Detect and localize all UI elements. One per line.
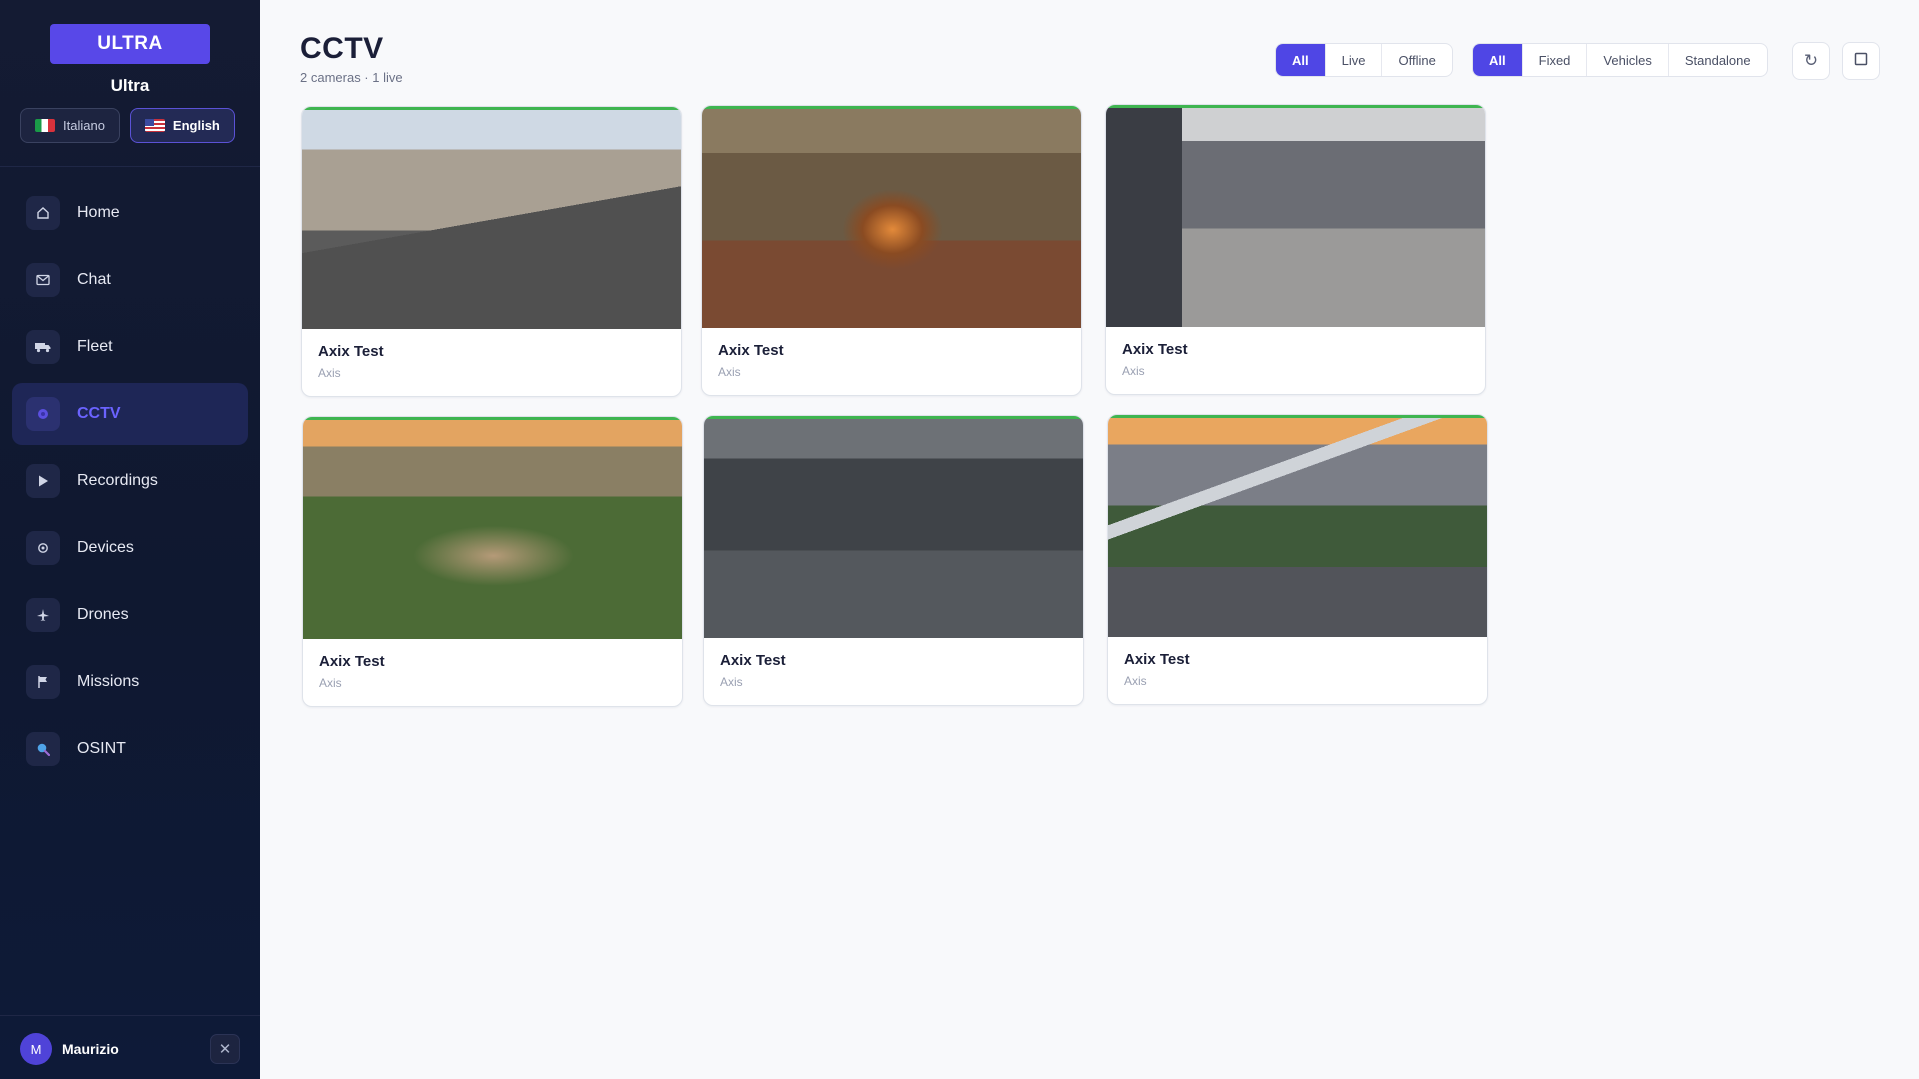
camera-name: Axix Test [1122, 341, 1188, 358]
sidebar-item-label: OSINT [77, 740, 126, 757]
sidebar-item-label: CCTV [77, 405, 121, 422]
refresh-button[interactable]: ↻ [1792, 42, 1830, 80]
language-english-button[interactable]: English [129, 108, 235, 143]
camera-card[interactable]: Axix Test Axis [302, 416, 683, 707]
camera-brand: Axis [720, 675, 743, 689]
divider [0, 166, 260, 167]
camera-name: Axix Test [1124, 651, 1190, 668]
camera-name: Axix Test [319, 653, 385, 670]
camera-feed-thumbnail[interactable] [302, 107, 681, 329]
gear-icon [26, 531, 60, 565]
language-switcher: Italiano English [20, 108, 235, 143]
italy-flag-icon [35, 119, 55, 132]
flag-icon [26, 665, 60, 699]
sidebar-item-home[interactable]: Home [12, 182, 248, 244]
sidebar-item-label: Missions [77, 673, 140, 690]
camera-feed-thumbnail[interactable] [303, 417, 682, 639]
sidebar-item-drones[interactable]: Drones [12, 584, 248, 646]
logout-button[interactable]: ✕ [210, 1034, 240, 1064]
square-icon [1854, 51, 1868, 71]
sidebar-item-osint[interactable]: OSINT [12, 718, 248, 780]
camera-feed-thumbnail[interactable] [704, 416, 1083, 638]
magnifier-icon [26, 732, 60, 766]
brand-button[interactable]: ULTRA [50, 24, 210, 64]
camera-brand: Axis [1122, 364, 1145, 378]
filter-type-vehicles[interactable]: Vehicles [1587, 44, 1669, 76]
camera-brand: Axis [718, 365, 741, 379]
camera-brand: Axis [1124, 674, 1147, 688]
camera-card[interactable]: Axix Test Axis [301, 106, 682, 397]
fullscreen-button[interactable] [1842, 42, 1880, 80]
brand-name: Ultra [110, 76, 150, 95]
plane-icon [26, 598, 60, 632]
close-icon: ✕ [218, 1041, 232, 1058]
sidebar-item-recordings[interactable]: Recordings [12, 450, 248, 512]
user-profile: M Maurizio ✕ [20, 1033, 240, 1065]
language-italiano-button[interactable]: Italiano [20, 108, 120, 143]
camera-feed-thumbnail[interactable] [702, 106, 1081, 328]
camera-count: 2 cameras · 1 live [300, 70, 403, 85]
us-flag-icon [144, 119, 165, 132]
language-label: Italiano [63, 118, 105, 133]
divider [0, 1015, 260, 1016]
sidebar-item-devices[interactable]: Devices [12, 517, 248, 579]
filter-type-fixed[interactable]: Fixed [1523, 44, 1588, 76]
camera-card[interactable]: Axix Test Axis [703, 415, 1084, 706]
sidebar-item-fleet[interactable]: Fleet [12, 316, 248, 378]
camera-card[interactable]: Axix Test Axis [701, 105, 1082, 396]
filter-type-all[interactable]: All [1473, 44, 1523, 76]
avatar[interactable]: M [20, 1033, 52, 1065]
sidebar-item-label: Recordings [77, 472, 158, 489]
page-title: CCTV [300, 32, 384, 65]
camera-name: Axix Test [318, 343, 384, 360]
camera-feed-thumbnail[interactable] [1106, 105, 1485, 327]
play-icon [26, 464, 60, 498]
camera-icon [26, 397, 60, 431]
sidebar-item-label: Drones [77, 606, 129, 623]
home-icon [26, 196, 60, 230]
camera-name: Axix Test [718, 342, 784, 359]
filter-type-standalone[interactable]: Standalone [1669, 44, 1767, 76]
language-label: English [172, 118, 220, 133]
camera-brand: Axis [318, 366, 341, 380]
sidebar-item-label: Devices [77, 539, 134, 556]
refresh-icon: ↻ [1803, 51, 1819, 70]
type-filter: All Fixed Vehicles Standalone [1472, 43, 1768, 77]
sidebar: ULTRA Ultra Italiano English Home Chat F… [0, 0, 260, 1079]
main-nav: Home Chat Fleet CCTV Recordings Devices … [12, 182, 248, 785]
mail-icon [26, 263, 60, 297]
camera-name: Axix Test [720, 652, 786, 669]
sidebar-item-chat[interactable]: Chat [12, 249, 248, 311]
truck-icon [26, 330, 60, 364]
filter-status-all[interactable]: All [1276, 44, 1326, 76]
filter-status-offline[interactable]: Offline [1382, 44, 1451, 76]
camera-feed-thumbnail[interactable] [1108, 415, 1487, 637]
sidebar-item-missions[interactable]: Missions [12, 651, 248, 713]
camera-brand: Axis [319, 676, 342, 690]
filter-status-live[interactable]: Live [1326, 44, 1383, 76]
sidebar-item-label: Chat [77, 271, 111, 288]
sidebar-item-label: Home [77, 204, 120, 221]
camera-card[interactable]: Axix Test Axis [1105, 104, 1486, 395]
sidebar-item-label: Fleet [77, 338, 113, 355]
camera-card[interactable]: Axix Test Axis [1107, 414, 1488, 705]
sidebar-item-cctv[interactable]: CCTV [12, 383, 248, 445]
status-filter: All Live Offline [1275, 43, 1453, 77]
user-name: Maurizio [62, 1041, 119, 1057]
